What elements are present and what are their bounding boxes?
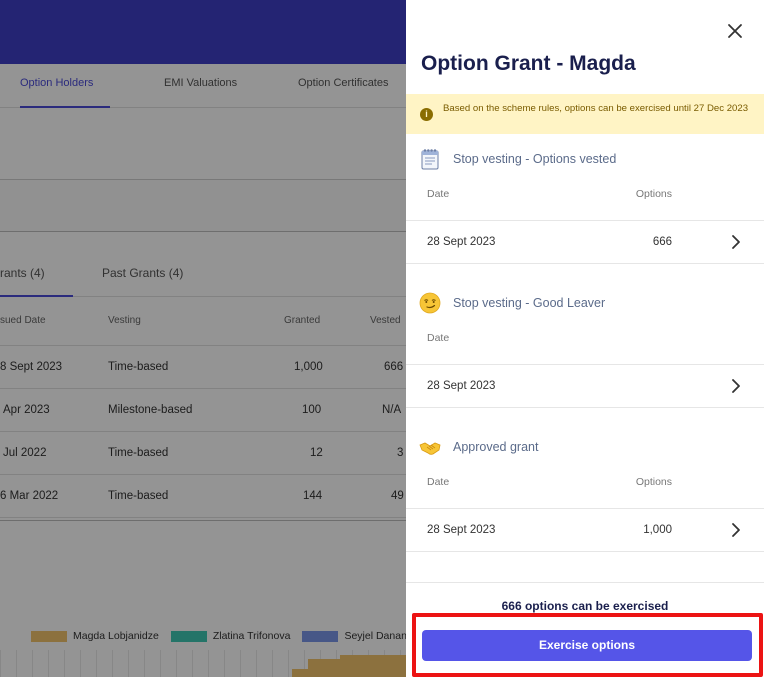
entry-date: 28 Sept 2023: [427, 236, 496, 248]
options-label: Options: [635, 476, 672, 488]
entry-date: 28 Sept 2023: [427, 380, 496, 392]
info-icon: i: [420, 108, 433, 121]
section-title: Approved grant: [453, 440, 539, 454]
entry-options: 666: [652, 236, 672, 248]
smirk-face-icon: [419, 292, 441, 314]
entry-date: 28 Sept 2023: [427, 524, 496, 536]
section-column-headers: Date: [406, 324, 764, 352]
close-icon: [728, 24, 742, 38]
date-label: Date: [427, 188, 450, 200]
section-good-leaver: Stop vesting - Good Leaver: [419, 291, 605, 315]
handshake-icon: [419, 436, 441, 458]
exercise-options-button[interactable]: Exercise options: [422, 630, 752, 661]
footer-divider: [406, 582, 764, 583]
entry-row-approved-grant[interactable]: 28 Sept 2023 1,000: [406, 508, 764, 552]
date-label: Date: [427, 332, 450, 344]
section-options-vested: Stop vesting - Options vested: [419, 147, 616, 171]
exercisable-count: 666 options can be exercised: [501, 599, 669, 613]
exercise-notice: i Based on the scheme rules, options can…: [406, 94, 764, 134]
chevron-right-icon: [732, 235, 740, 249]
section-approved-grant: Approved grant: [419, 435, 538, 459]
notice-text: Based on the scheme rules, options can b…: [443, 103, 749, 114]
options-label: Options: [635, 188, 672, 200]
entry-row-good-leaver[interactable]: 28 Sept 2023: [406, 364, 764, 408]
close-button[interactable]: [724, 20, 746, 42]
date-label: Date: [427, 476, 450, 488]
section-column-headers: Date Options: [406, 468, 764, 496]
drawer-title: Option Grant - Magda: [421, 52, 636, 75]
option-grant-drawer: Option Grant - Magda i Based on the sche…: [406, 0, 764, 677]
section-column-headers: Date Options: [406, 180, 764, 208]
section-title: Stop vesting - Options vested: [453, 152, 617, 166]
chevron-right-icon: [732, 379, 740, 393]
entry-options: 1,000: [643, 524, 672, 536]
entry-row-options-vested[interactable]: 28 Sept 2023 666: [406, 220, 764, 264]
chevron-right-icon: [732, 523, 740, 537]
notepad-icon: [419, 148, 441, 170]
section-title: Stop vesting - Good Leaver: [453, 296, 606, 310]
